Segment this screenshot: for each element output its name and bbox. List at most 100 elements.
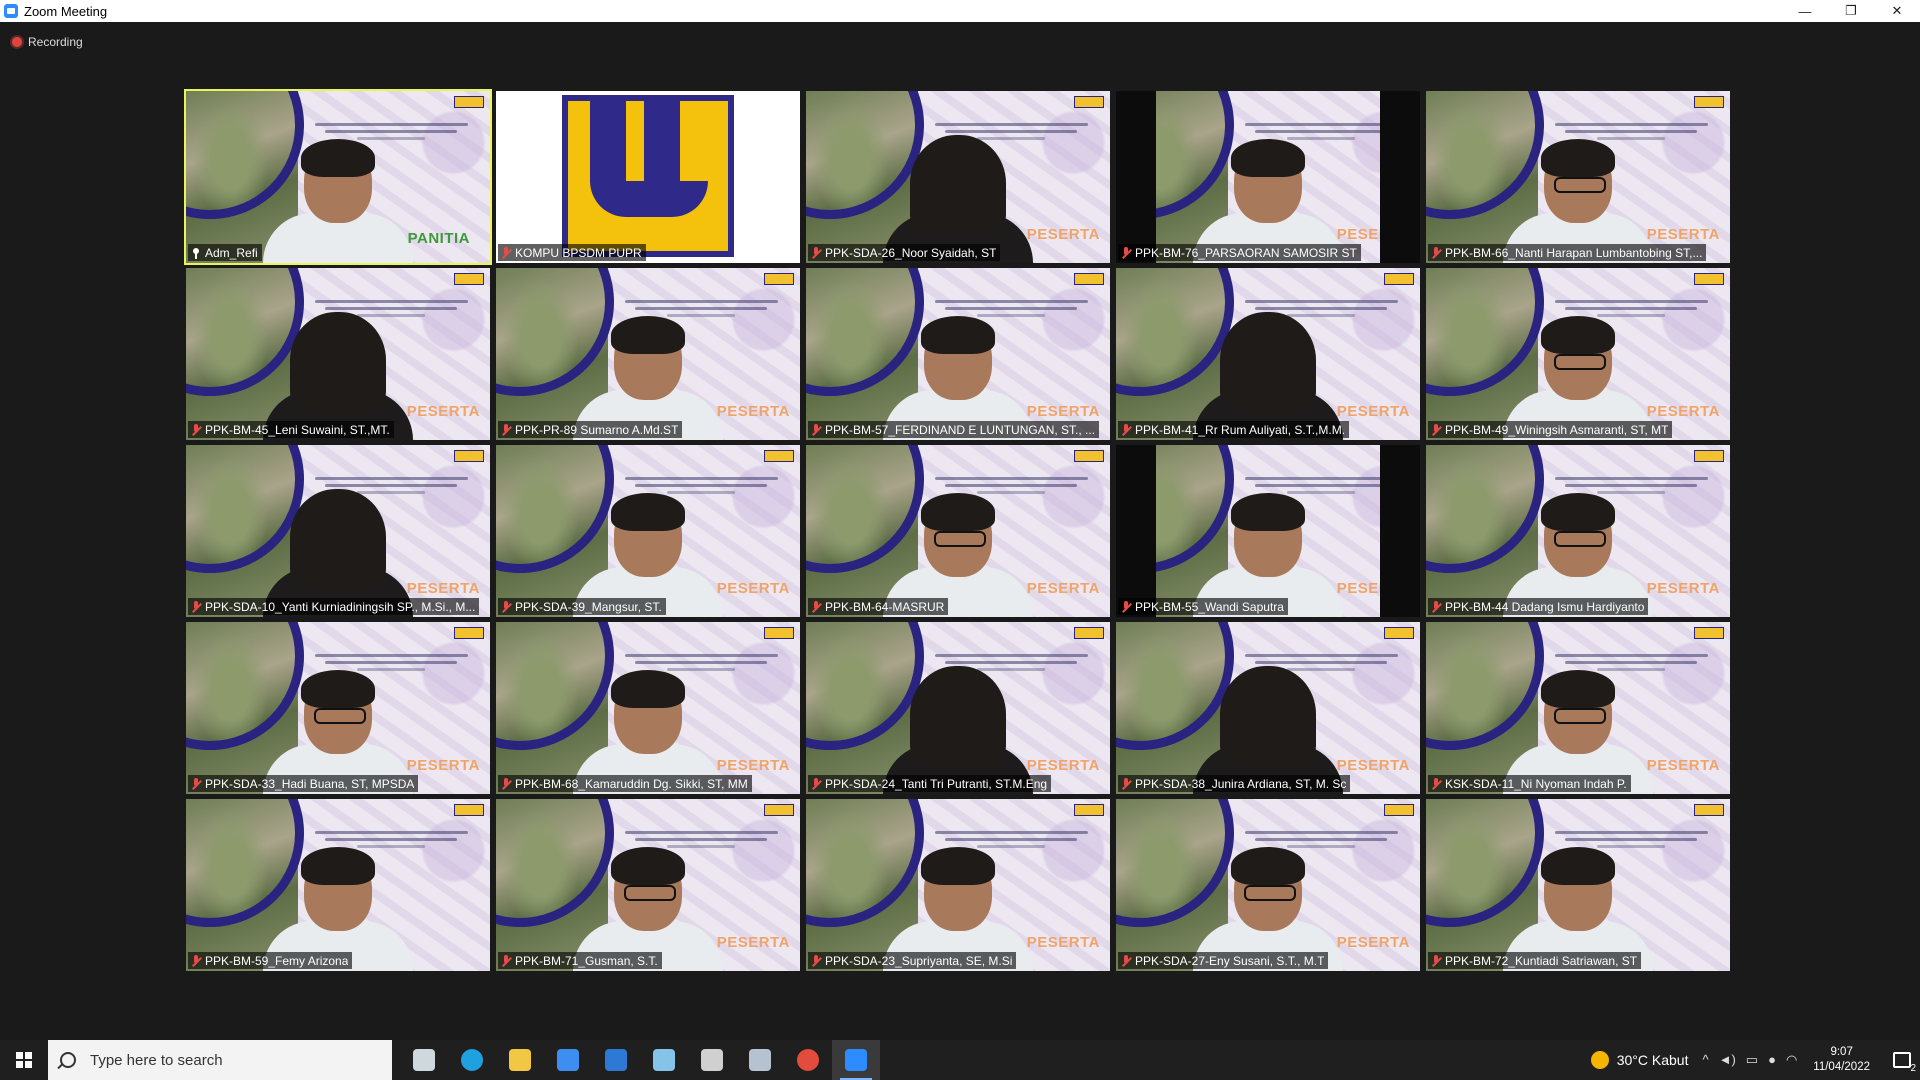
participant-name-tag: PPK-SDA-23_Supriyanta, SE, M.Si xyxy=(808,952,1017,969)
participant-name-tag: PPK-SDA-27-Eny Susani, S.T., M.T xyxy=(1118,952,1329,969)
participant-tile[interactable]: KOMPU BPSDM PUPR xyxy=(496,91,800,263)
participant-tile[interactable]: PESERTA PPK-BM-49_Winingsih Asmaranti, ST… xyxy=(1426,268,1730,440)
taskbar-app-button[interactable] xyxy=(688,1040,736,1080)
participant-tile[interactable]: PESERTA PPK-PR-89 Sumarno A.Md.ST xyxy=(496,268,800,440)
muted-mic-icon xyxy=(501,423,511,436)
tray-icons: ^ ◄) ▭ ● ◠ xyxy=(1702,1052,1797,1068)
pu-logo-icon xyxy=(1694,450,1724,462)
muted-mic-icon xyxy=(1121,423,1131,436)
pu-logo-icon xyxy=(1074,450,1104,462)
participant-name-tag: Adm_Refi xyxy=(188,244,262,261)
taskbar-app-button[interactable] xyxy=(592,1040,640,1080)
muted-mic-icon xyxy=(191,600,201,613)
taskbar-app-button[interactable] xyxy=(736,1040,784,1080)
participant-tile[interactable]: PESERTA PPK-SDA-27-Eny Susani, S.T., M.T xyxy=(1116,799,1420,971)
participant-name: PPK-BM-45_Leni Suwaini, ST.,MT. xyxy=(205,422,390,437)
weather-widget[interactable]: 30°C Kabut xyxy=(1590,1051,1688,1069)
taskbar-search[interactable]: Type here to search xyxy=(48,1040,392,1080)
taskbar-apps xyxy=(400,1040,880,1080)
peserta-overlay: PESERTA xyxy=(1336,403,1410,420)
restore-button[interactable]: ❐ xyxy=(1828,0,1874,22)
participant-name-tag: PPK-SDA-24_Tanti Tri Putranti, ST.M.Eng xyxy=(808,775,1052,792)
participant-tile[interactable]: PESERTA PPK-BM-68_Kamaruddin Dg. Sikki, S… xyxy=(496,622,800,794)
network-icon[interactable]: ◠ xyxy=(1786,1052,1797,1068)
taskbar-app-button[interactable] xyxy=(544,1040,592,1080)
microphone-icon[interactable]: ● xyxy=(1768,1052,1776,1068)
peserta-overlay: PESERTA xyxy=(1336,580,1410,597)
participant-name: PPK-BM-57_FERDINAND E LUNTUNGAN, ST., ..… xyxy=(825,422,1096,437)
minimize-button[interactable]: — xyxy=(1782,0,1828,22)
participant-tile[interactable]: PESERTA PPK-BM-57_FERDINAND E LUNTUNGAN, … xyxy=(806,268,1110,440)
participant-tile[interactable]: PESERTA PPK-SDA-38_Junira Ardiana, ST, M.… xyxy=(1116,622,1420,794)
peserta-overlay: PESERTA xyxy=(716,757,790,774)
participant-tile[interactable]: PESERTA PPK-BM-64-MASRUR xyxy=(806,445,1110,617)
weather-icon xyxy=(1590,1051,1609,1069)
participant-name-tag: PPK-SDA-10_Yanti Kurniadiningsih SP., M.… xyxy=(188,598,480,615)
participant-tile[interactable]: PESERTA PPK-BM-66_Nanti Harapan Lumbantob… xyxy=(1426,91,1730,263)
start-button[interactable] xyxy=(0,1040,48,1080)
participant-tile[interactable]: PPK-BM-59_Femy Arizona xyxy=(186,799,490,971)
muted-mic-icon xyxy=(811,600,821,613)
participant-name: PPK-SDA-39_Mangsur, ST. xyxy=(515,599,662,614)
taskbar-app-button[interactable] xyxy=(640,1040,688,1080)
participant-name-tag: PPK-SDA-26_Noor Syaidah, ST xyxy=(808,244,1001,261)
search-icon xyxy=(60,1052,76,1068)
edge-icon xyxy=(461,1049,483,1071)
participant-tile[interactable]: PESERTA PPK-SDA-23_Supriyanta, SE, M.Si xyxy=(806,799,1110,971)
participant-tile[interactable]: PESERTA PPK-SDA-39_Mangsur, ST. xyxy=(496,445,800,617)
participant-tile[interactable]: PESERTA PPK-SDA-26_Noor Syaidah, ST xyxy=(806,91,1110,263)
participant-tile[interactable]: PESERTA PPK-BM-76_PARSAORAN SAMOSIR ST xyxy=(1116,91,1420,263)
participant-name: PPK-BM-72_Kuntiadi Satriawan, ST xyxy=(1445,953,1638,968)
chrome-icon xyxy=(797,1049,819,1071)
pu-logo-icon xyxy=(454,450,484,462)
taskbar-app-button[interactable] xyxy=(832,1040,880,1080)
close-button[interactable]: ✕ xyxy=(1874,0,1920,22)
volume-icon[interactable]: ◄) xyxy=(1719,1052,1736,1068)
participant-name: PPK-SDA-23_Supriyanta, SE, M.Si xyxy=(825,953,1013,968)
participant-tile[interactable]: PESERTA PPK-BM-71_Gusman, S.T. xyxy=(496,799,800,971)
peserta-overlay: PESERTA xyxy=(1646,403,1720,420)
pu-logo-icon xyxy=(454,273,484,285)
clock[interactable]: 9:07 11/04/2022 xyxy=(1813,1045,1870,1075)
peserta-overlay: PESERTA xyxy=(1026,580,1100,597)
zoom-icon xyxy=(845,1049,867,1071)
muted-mic-icon xyxy=(1431,600,1441,613)
participant-name: PPK-SDA-33_Hadi Buana, ST, MPSDA xyxy=(205,776,415,791)
participant-name-tag: PPK-BM-71_Gusman, S.T. xyxy=(498,952,662,969)
title-bar: Zoom Meeting — ❐ ✕ xyxy=(0,0,1920,22)
pu-logo-icon xyxy=(764,273,794,285)
participant-tile[interactable]: PESERTA PPK-SDA-10_Yanti Kurniadiningsih … xyxy=(186,445,490,617)
participant-tile[interactable]: PESERTA PPK-BM-41_Rr Rum Auliyati, S.T.,M… xyxy=(1116,268,1420,440)
taskbar-app-button[interactable] xyxy=(448,1040,496,1080)
taskbar-app-button[interactable] xyxy=(496,1040,544,1080)
participant-tile[interactable]: PESERTA PPK-SDA-33_Hadi Buana, ST, MPSDA xyxy=(186,622,490,794)
muted-mic-icon xyxy=(1431,423,1441,436)
participant-tile[interactable]: PANITIA Adm_Refi xyxy=(184,89,492,265)
participant-tile[interactable]: PPK-BM-72_Kuntiadi Satriawan, ST xyxy=(1426,799,1730,971)
taskbar-app-button[interactable] xyxy=(400,1040,448,1080)
participant-name: Adm_Refi xyxy=(205,245,258,260)
pin-icon xyxy=(191,247,201,259)
participant-tile[interactable]: PESERTA KSK-SDA-11_Ni Nyoman Indah P. xyxy=(1426,622,1730,794)
pu-logo-icon xyxy=(454,96,484,108)
taskbar-app-button[interactable] xyxy=(784,1040,832,1080)
chevron-up-icon[interactable]: ^ xyxy=(1702,1052,1708,1068)
windows-logo-icon xyxy=(16,1052,32,1068)
participant-tile[interactable]: PESERTA PPK-BM-44 Dadang Ismu Hardiyanto xyxy=(1426,445,1730,617)
peserta-overlay: PESERTA xyxy=(716,403,790,420)
peserta-overlay: PESERTA xyxy=(1336,757,1410,774)
participant-tile[interactable]: PESERTA PPK-BM-45_Leni Suwaini, ST.,MT. xyxy=(186,268,490,440)
participant-tile[interactable]: PESERTA PPK-BM-55_Wandi Saputra xyxy=(1116,445,1420,617)
muted-mic-icon xyxy=(1121,246,1131,259)
notification-center-button[interactable]: 2 xyxy=(1884,1040,1920,1080)
participant-tile[interactable]: PESERTA PPK-SDA-24_Tanti Tri Putranti, ST… xyxy=(806,622,1110,794)
participant-name: PPK-BM-66_Nanti Harapan Lumbantobing ST,… xyxy=(1445,245,1703,260)
muted-mic-icon xyxy=(501,777,511,790)
participant-name: PPK-BM-64-MASRUR xyxy=(825,599,945,614)
recording-indicator[interactable]: Recording xyxy=(12,35,83,49)
meet-now-icon[interactable]: ▭ xyxy=(1746,1052,1758,1068)
pu-logo-icon xyxy=(1694,273,1724,285)
participant-name: PPK-BM-68_Kamaruddin Dg. Sikki, ST, MM xyxy=(515,776,748,791)
muted-mic-icon xyxy=(191,777,201,790)
pupr-logo xyxy=(562,95,734,257)
